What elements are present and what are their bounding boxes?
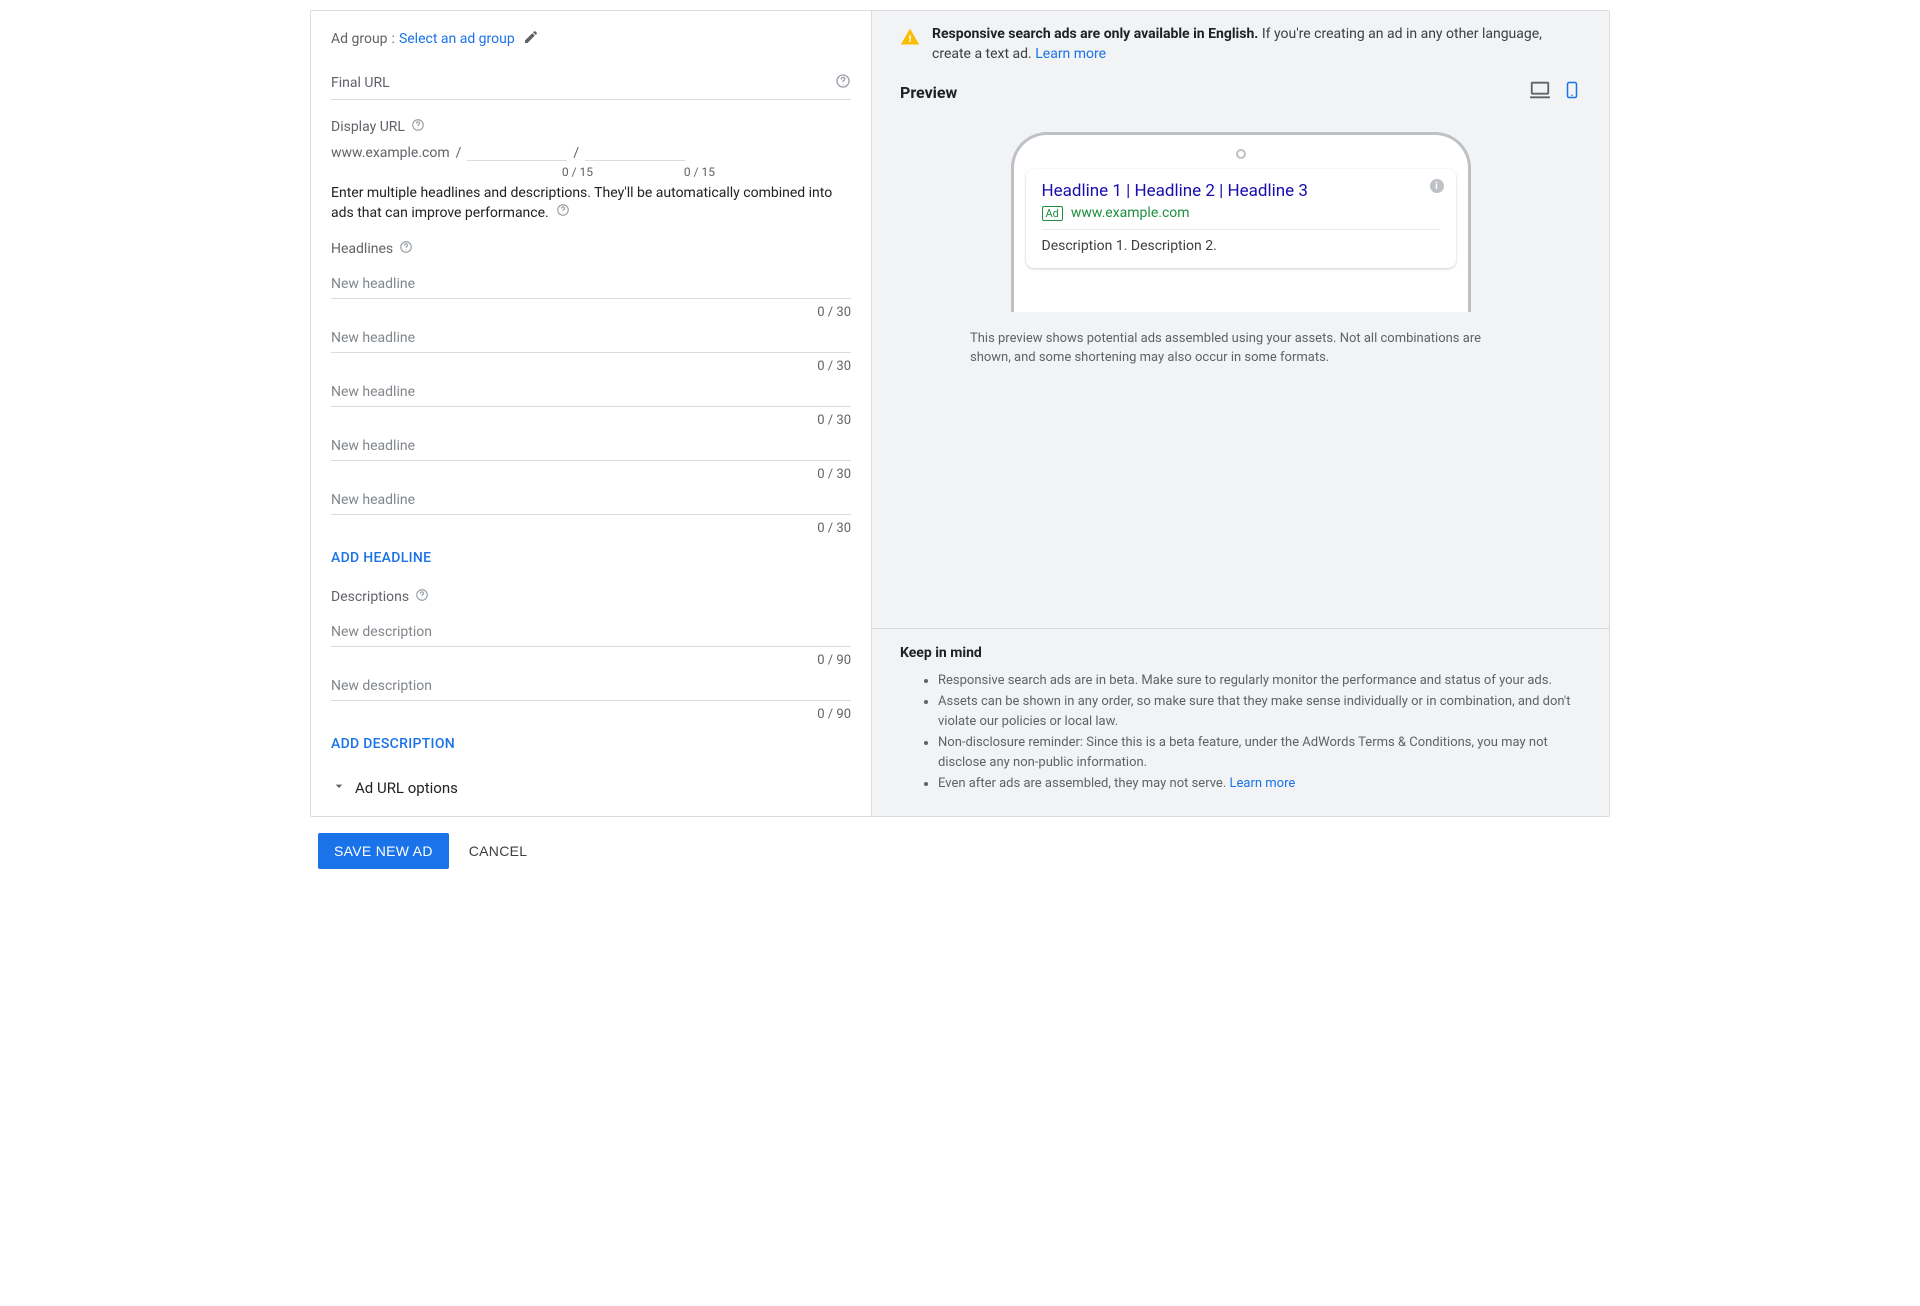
ad-url: www.example.com	[1071, 205, 1190, 221]
display-url-domain: www.example.com	[331, 145, 450, 161]
help-icon[interactable]	[835, 73, 851, 93]
description-input[interactable]: New description	[331, 614, 851, 647]
ad-url-options-toggle[interactable]: Ad URL options	[331, 760, 851, 798]
ad-group-row: Ad group: Select an ad group	[331, 29, 851, 49]
info-icon[interactable]: i	[1430, 179, 1444, 193]
headline-counter: 0 / 30	[331, 515, 851, 536]
headline-input[interactable]: New headline	[331, 266, 851, 299]
ad-description: Description 1. Description 2.	[1042, 238, 1440, 254]
ad-group-label: Ad group	[331, 31, 388, 47]
chevron-down-icon	[331, 778, 347, 798]
keep-in-mind-item: Non-disclosure reminder: Since this is a…	[938, 733, 1581, 772]
add-headline-button[interactable]: ADD HEADLINE	[331, 536, 851, 574]
preview-title: Preview	[900, 83, 957, 102]
help-icon[interactable]	[556, 205, 570, 221]
learn-more-link[interactable]: Learn more	[1229, 776, 1295, 791]
keep-in-mind-title: Keep in mind	[900, 645, 1581, 661]
pencil-icon[interactable]	[523, 29, 539, 49]
phone-preview-frame: i Headline 1 | Headline 2 | Headline 3 A…	[1011, 132, 1471, 312]
ad-headline: Headline 1 | Headline 2 | Headline 3	[1042, 181, 1440, 201]
headline-input[interactable]: New headline	[331, 428, 851, 461]
description-input[interactable]: New description	[331, 668, 851, 701]
path2-counter: 0 / 15	[599, 165, 715, 179]
keep-in-mind-section: Keep in mind Responsive search ads are i…	[872, 628, 1609, 816]
save-new-ad-button[interactable]: SAVE NEW AD	[318, 833, 449, 869]
mobile-icon[interactable]	[1563, 78, 1581, 106]
headline-counter: 0 / 30	[331, 353, 851, 374]
instruction-text: Enter multiple headlines and description…	[331, 183, 851, 224]
cancel-button[interactable]: CANCEL	[469, 843, 528, 859]
headlines-label: Headlines	[331, 240, 851, 258]
path1-counter: 0 / 15	[483, 165, 593, 179]
preview-note: This preview shows potential ads assembl…	[900, 318, 1581, 388]
warning-icon	[900, 27, 920, 51]
ad-badge: Ad	[1042, 206, 1063, 221]
select-ad-group-link[interactable]: Select an ad group	[399, 31, 515, 47]
keep-in-mind-item: Even after ads are assembled, they may n…	[938, 774, 1581, 794]
headline-counter: 0 / 30	[331, 461, 851, 482]
headline-input[interactable]: New headline	[331, 320, 851, 353]
language-notice: Responsive search ads are only available…	[900, 25, 1581, 64]
final-url-label: Final URL	[331, 75, 390, 91]
headline-input[interactable]: New headline	[331, 374, 851, 407]
headline-counter: 0 / 30	[331, 407, 851, 428]
headline-input[interactable]: New headline	[331, 482, 851, 515]
desktop-icon[interactable]	[1527, 79, 1553, 105]
description-counter: 0 / 90	[331, 647, 851, 668]
final-url-field[interactable]: Final URL	[331, 73, 851, 100]
path1-input[interactable]	[467, 140, 567, 161]
headline-counter: 0 / 30	[331, 299, 851, 320]
keep-in-mind-item: Assets can be shown in any order, so mak…	[938, 692, 1581, 731]
display-url-label: Display URL	[331, 118, 851, 136]
ad-preview-card: i Headline 1 | Headline 2 | Headline 3 A…	[1026, 169, 1456, 268]
help-icon[interactable]	[399, 240, 413, 258]
help-icon[interactable]	[411, 118, 425, 136]
description-counter: 0 / 90	[331, 701, 851, 722]
descriptions-label: Descriptions	[331, 588, 851, 606]
learn-more-link[interactable]: Learn more	[1035, 46, 1106, 62]
path2-input[interactable]	[585, 140, 685, 161]
add-description-button[interactable]: ADD DESCRIPTION	[331, 722, 851, 760]
help-icon[interactable]	[415, 588, 429, 606]
keep-in-mind-item: Responsive search ads are in beta. Make …	[938, 671, 1581, 691]
